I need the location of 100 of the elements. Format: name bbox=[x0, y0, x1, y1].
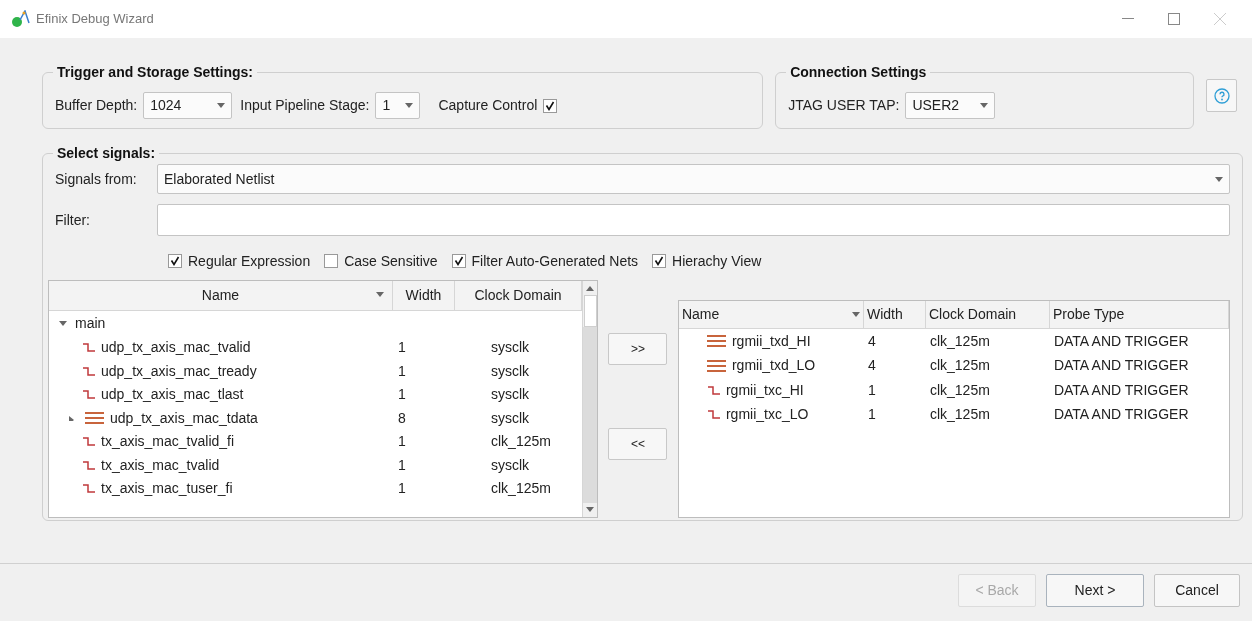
minimize-icon bbox=[1122, 18, 1134, 20]
width-cell-text: 1 bbox=[397, 385, 407, 405]
width-cell-text: 4 bbox=[866, 356, 877, 376]
jtag-tap-label: JTAG USER TAP: bbox=[788, 96, 900, 115]
signal-name: udp_tx_axis_mac_tvalid bbox=[101, 338, 251, 358]
column-header[interactable]: Clock Domain bbox=[925, 301, 1050, 328]
dropdown[interactable]: USER2 bbox=[905, 92, 996, 119]
tree-row[interactable]: tx_axis_mac_tvalid 1 sysclk bbox=[49, 453, 583, 477]
signal-edge-icon bbox=[707, 410, 720, 420]
table-row[interactable]: rgmii_txd_LO 4 clk_125m DATA AND TRIGGER bbox=[678, 353, 1229, 378]
clock-domain-cell-text: clk_125m bbox=[490, 479, 551, 499]
signal-edge-icon bbox=[83, 437, 95, 447]
bus-icon bbox=[706, 335, 726, 348]
signals-from-label: Signals from: bbox=[55, 169, 138, 189]
width-cell-text: 1 bbox=[866, 380, 877, 400]
checkbox[interactable] bbox=[324, 254, 339, 268]
clock-domain-cell-text: clk_125m bbox=[928, 405, 991, 425]
column-header[interactable]: Name bbox=[49, 281, 393, 310]
tree-row[interactable]: tx_axis_mac_tuser_fi 1 clk_125m bbox=[49, 477, 583, 501]
clock-domain-cell-text: sysclk bbox=[490, 361, 530, 381]
width-cell-text: 1 bbox=[397, 479, 407, 499]
checkbox[interactable] bbox=[451, 254, 466, 268]
wizard-button[interactable]: Next > bbox=[1046, 574, 1144, 607]
caret-icon bbox=[376, 292, 384, 297]
close-icon bbox=[1214, 13, 1226, 25]
clock-domain-cell-text: sysclk bbox=[490, 455, 530, 475]
clock-domain-cell-text: clk_125m bbox=[928, 380, 991, 400]
caret-icon bbox=[217, 103, 226, 108]
probe-type-cell-text: DATA AND TRIGGER bbox=[1052, 356, 1189, 376]
signal-edge-icon bbox=[83, 460, 95, 470]
option-label: Case Sensitive bbox=[344, 251, 438, 271]
column-header[interactable]: Probe Type bbox=[1049, 301, 1229, 328]
maximize-icon bbox=[1168, 13, 1180, 25]
help-button[interactable] bbox=[1206, 79, 1237, 112]
remove-button[interactable]: << bbox=[608, 428, 668, 460]
tree-row[interactable]: udp_tx_axis_mac_tvalid 1 sysclk bbox=[49, 336, 583, 360]
column-header[interactable]: Width bbox=[393, 281, 455, 310]
signal-name: rgmii_txd_LO bbox=[731, 356, 816, 376]
signals-from-dropdown[interactable]: Elaborated Netlist bbox=[157, 164, 1230, 194]
capture-control-label: Capture Control bbox=[438, 96, 538, 115]
tree-row[interactable]: tx_axis_mac_tvalid_fi 1 clk_125m bbox=[49, 430, 583, 454]
add-button[interactable]: >> bbox=[608, 333, 668, 365]
filter-label: Filter: bbox=[55, 210, 91, 230]
vertical-scrollbar[interactable] bbox=[582, 281, 598, 517]
clock-domain-cell-text: clk_125m bbox=[928, 356, 991, 376]
checkbox[interactable] bbox=[543, 98, 558, 113]
signal-edge-icon bbox=[83, 484, 95, 494]
clock-domain-cell-text: sysclk bbox=[490, 338, 530, 358]
bus-icon bbox=[706, 359, 726, 372]
wizard-button[interactable]: Cancel bbox=[1154, 574, 1240, 607]
width-cell-text: 1 bbox=[397, 455, 407, 475]
column-header[interactable]: Name bbox=[678, 301, 864, 328]
tree-row[interactable]: udp_tx_axis_mac_tready 1 sysclk bbox=[49, 359, 583, 383]
checkbox[interactable] bbox=[168, 254, 182, 268]
clock-domain-cell-text: sysclk bbox=[490, 408, 530, 428]
clock-domain-cell-text: clk_125m bbox=[490, 432, 551, 452]
checkbox[interactable] bbox=[652, 254, 667, 268]
caret-icon bbox=[59, 321, 67, 326]
clock-domain-cell-text: sysclk bbox=[490, 385, 530, 405]
signal-name: rgmii_txc_HI bbox=[725, 380, 804, 400]
signal-edge-icon bbox=[83, 390, 95, 400]
buffer-depth-label: Buffer Depth: bbox=[55, 96, 138, 115]
table-row[interactable]: rgmii_txd_HI 4 clk_125m DATA AND TRIGGER bbox=[678, 329, 1229, 354]
width-cell-text: 1 bbox=[397, 432, 407, 452]
caret-icon bbox=[405, 103, 414, 108]
help-icon bbox=[1213, 87, 1230, 104]
caret-icon bbox=[1215, 176, 1223, 182]
width-cell-text: 4 bbox=[866, 331, 877, 351]
option-label: Filter Auto-Generated Nets bbox=[471, 251, 639, 271]
dropdown[interactable]: 1024 bbox=[143, 92, 233, 119]
window-title: Efinix Debug Wizard bbox=[36, 10, 154, 29]
signal-name: tx_axis_mac_tuser_fi bbox=[101, 479, 233, 499]
probe-type-cell-text: DATA AND TRIGGER bbox=[1052, 405, 1189, 425]
width-cell-text: 1 bbox=[866, 405, 877, 425]
tree-row[interactable]: udp_tx_axis_mac_tdata 8 sysclk bbox=[49, 406, 583, 430]
signal-name: udp_tx_axis_mac_tdata bbox=[110, 408, 258, 428]
signal-edge-icon bbox=[83, 343, 95, 353]
app-logo-icon bbox=[10, 10, 30, 28]
table-row[interactable]: rgmii_txc_LO 1 clk_125m DATA AND TRIGGER bbox=[678, 402, 1229, 427]
column-header[interactable]: Width bbox=[863, 301, 926, 328]
probe-type-cell-text: DATA AND TRIGGER bbox=[1052, 331, 1189, 351]
caret-icon bbox=[980, 103, 989, 108]
table-row[interactable]: rgmii_txc_HI 1 clk_125m DATA AND TRIGGER bbox=[678, 378, 1229, 403]
signal-name: rgmii_txc_LO bbox=[725, 405, 809, 425]
option-label: Regular Expression bbox=[188, 251, 311, 271]
tree-row[interactable]: main bbox=[49, 311, 583, 336]
tree-row[interactable]: udp_tx_axis_mac_tlast 1 sysclk bbox=[49, 383, 583, 407]
filter-field[interactable] bbox=[157, 204, 1230, 236]
dropdown[interactable]: 1 bbox=[375, 92, 421, 119]
signal-name: udp_tx_axis_mac_tlast bbox=[101, 385, 244, 405]
width-cell-text: 1 bbox=[397, 361, 407, 381]
signal-name: udp_tx_axis_mac_tready bbox=[101, 361, 257, 381]
signal-edge-icon bbox=[83, 366, 95, 376]
signal-name: tx_axis_mac_tvalid_fi bbox=[101, 432, 235, 452]
caret-icon bbox=[851, 312, 860, 317]
signal-name: tx_axis_mac_tvalid bbox=[101, 455, 220, 475]
bus-icon bbox=[85, 412, 104, 425]
scrollbar-thumb[interactable] bbox=[583, 295, 597, 327]
probe-type-cell-text: DATA AND TRIGGER bbox=[1052, 380, 1189, 400]
width-cell-text: 8 bbox=[397, 408, 407, 428]
